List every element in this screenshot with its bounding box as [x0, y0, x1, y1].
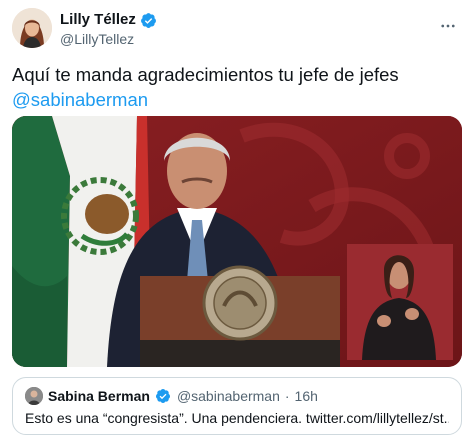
tweet-text: Aquí te manda agradecimientos tu jefe de…: [12, 62, 462, 112]
tweet-text-body: Aquí te manda agradecimientos tu jefe de…: [12, 64, 399, 85]
author-avatar[interactable]: [12, 8, 52, 48]
meta-separator: ·: [284, 388, 290, 404]
tweet-header: Lilly Téllez @LillyTellez: [12, 8, 462, 52]
author-display-name[interactable]: Lilly Téllez: [60, 11, 136, 29]
author-name-row: Lilly Téllez: [60, 11, 157, 29]
tweet-mention-link[interactable]: @sabinaberman: [12, 87, 462, 112]
quoted-tweet-text: Esto es una “congresista”. Una pendencie…: [25, 410, 449, 426]
quoted-author-handle[interactable]: @sabinaberman: [177, 387, 280, 405]
tweet-video-media[interactable]: [12, 116, 462, 367]
more-options-icon[interactable]: [436, 14, 460, 38]
quoted-tweet-header: Sabina Berman @sabinaberman · 16h: [25, 387, 449, 405]
quoted-author-avatar: [25, 387, 43, 405]
quoted-author-name[interactable]: Sabina Berman: [48, 387, 150, 405]
quoted-tweet-card[interactable]: Sabina Berman @sabinaberman · 16h Esto e…: [12, 377, 462, 435]
podium-illustration: [140, 265, 340, 367]
author-info: Lilly Téllez @LillyTellez: [60, 11, 157, 48]
verified-badge-icon: [140, 12, 157, 29]
interpreter-inset: [347, 244, 453, 360]
verified-badge-icon: [155, 388, 172, 405]
quoted-tweet-time[interactable]: 16h: [295, 387, 318, 405]
video-frame-illustration: [12, 116, 462, 367]
author-handle[interactable]: @LillyTellez: [60, 30, 157, 48]
